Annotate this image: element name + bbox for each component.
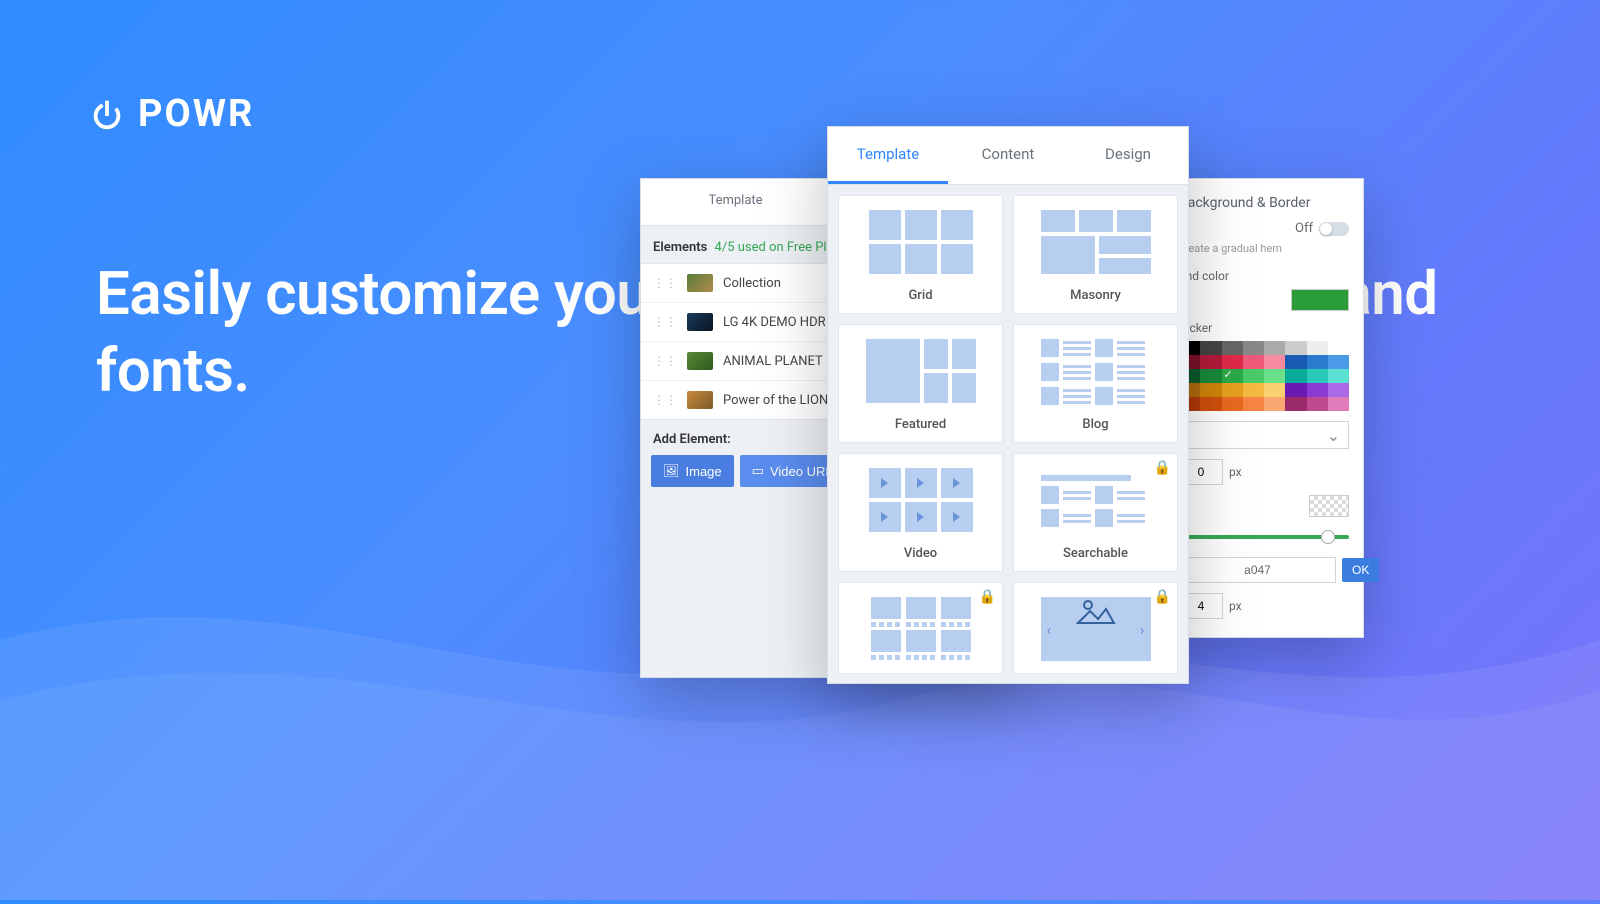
powr-icon	[88, 95, 126, 133]
tab-template[interactable]: Template	[828, 127, 948, 184]
template-card-grid[interactable]: Grid	[838, 195, 1003, 314]
template-card-label: Masonry	[1070, 288, 1121, 303]
video-icon: ▭	[752, 463, 764, 479]
tab-content[interactable]: Content	[948, 127, 1068, 184]
unit-label: px	[1229, 465, 1242, 479]
drag-icon[interactable]: ⋮⋮	[653, 393, 677, 407]
chevron-left-icon: ‹	[1047, 620, 1052, 639]
add-image-button[interactable]: 🖼Image	[651, 455, 734, 487]
elements-plan-count: 4/5 used on Free Plan	[715, 240, 841, 255]
template-card-masonry[interactable]: Masonry	[1013, 195, 1178, 314]
number-input-row: px	[1179, 459, 1349, 485]
brand-logo: POWR	[88, 92, 254, 136]
bg-color-label: und color	[1179, 269, 1349, 283]
drag-icon[interactable]: ⋮⋮	[653, 276, 677, 290]
thumbnail	[687, 391, 713, 409]
hex-input[interactable]	[1179, 557, 1336, 583]
lock-icon: 🔒	[979, 589, 996, 605]
template-card-label: Searchable	[1063, 546, 1128, 561]
design-panel: Background & Border Off create a gradual…	[1164, 178, 1364, 638]
ok-button[interactable]: OK	[1342, 558, 1379, 582]
list-item-label: LG 4K DEMO HDR	[723, 315, 826, 330]
color-picker[interactable]: ✓	[1179, 341, 1349, 411]
opacity-slider[interactable]	[1179, 527, 1349, 547]
transparency-swatch[interactable]	[1309, 495, 1349, 517]
color-swatch[interactable]	[1291, 289, 1349, 311]
template-card-pinterest[interactable]: 🔒	[838, 582, 1003, 674]
template-card-blog[interactable]: Blog	[1013, 324, 1178, 443]
hex-input-row: OK	[1179, 557, 1349, 583]
tab-design[interactable]: Design	[1068, 127, 1188, 184]
drag-icon[interactable]: ⋮⋮	[653, 354, 677, 368]
toggle-switch[interactable]	[1319, 222, 1349, 236]
template-card-slider[interactable]: 🔒 ‹ ›	[1013, 582, 1178, 674]
template-card-featured[interactable]: Featured	[838, 324, 1003, 443]
list-item-label: ANIMAL PLANET	[723, 354, 823, 369]
list-item-label: Power of the LION	[723, 393, 828, 408]
template-card-label: Grid	[908, 288, 932, 303]
template-card-searchable[interactable]: 🔒 Searchable	[1013, 453, 1178, 572]
template-card-label: Featured	[895, 417, 946, 432]
chevron-right-icon: ›	[1140, 620, 1145, 639]
lock-icon: 🔒	[1154, 460, 1171, 476]
image-icon: 🖼	[663, 463, 680, 479]
gradient-toggle-row: Off	[1179, 221, 1349, 236]
thumbnail	[687, 352, 713, 370]
template-panel-tabs: Template Content Design	[828, 127, 1188, 185]
image-placeholder-icon	[1076, 597, 1116, 627]
template-card-video[interactable]: Video	[838, 453, 1003, 572]
dropdown-select[interactable]	[1179, 421, 1349, 449]
unit-label: px	[1229, 599, 1242, 613]
design-section-title: Background & Border	[1179, 195, 1349, 211]
lock-icon: 🔒	[1154, 589, 1171, 605]
template-card-label: Video	[904, 546, 937, 561]
tab-template[interactable]: Template	[641, 179, 830, 225]
template-card-label: Blog	[1082, 417, 1108, 432]
number-input-row: px	[1179, 593, 1349, 619]
hint-text: create a gradual hem	[1179, 242, 1349, 255]
brand-text: POWR	[138, 92, 254, 136]
picker-label: Picker	[1179, 321, 1349, 335]
list-item-label: Collection	[723, 276, 781, 291]
template-grid: Grid Masonry Featured Blog	[828, 185, 1188, 684]
thumbnail	[687, 274, 713, 292]
drag-icon[interactable]: ⋮⋮	[653, 315, 677, 329]
thumbnail	[687, 313, 713, 331]
toggle-off-label: Off	[1295, 221, 1313, 236]
template-panel: Template Content Design Grid Masonry Fea…	[827, 126, 1189, 684]
